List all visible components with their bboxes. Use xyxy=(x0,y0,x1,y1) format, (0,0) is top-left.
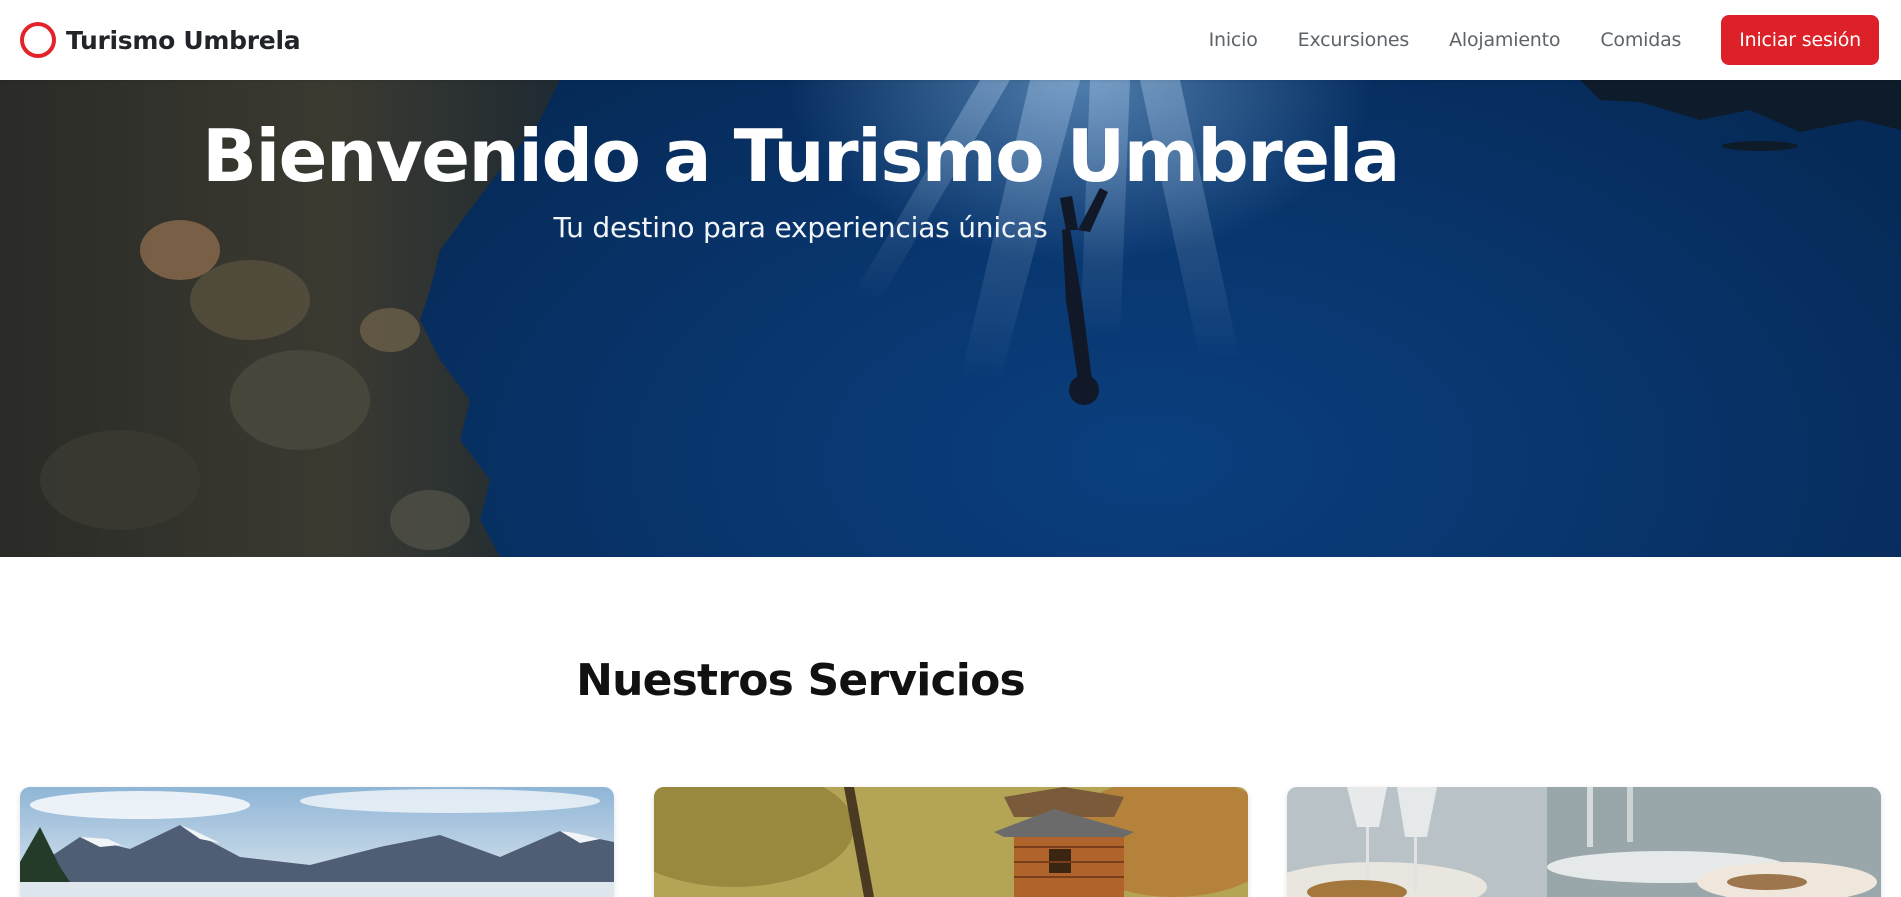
nav-links: Inicio Excursiones Alojamiento Comidas I… xyxy=(1209,0,1881,80)
login-button[interactable]: Iniciar sesión xyxy=(1721,15,1879,65)
brand-logo-icon xyxy=(20,22,56,58)
hero-title: Bienvenido a Turismo Umbrela xyxy=(202,114,1400,198)
service-card-excursiones[interactable] xyxy=(20,787,614,897)
brand[interactable]: Turismo Umbrela xyxy=(20,22,301,58)
services-title: Nuestros Servicios xyxy=(576,655,1026,706)
mountain-landscape-image xyxy=(20,787,614,897)
brand-name: Turismo Umbrela xyxy=(66,25,301,55)
restaurant-table-image xyxy=(1287,787,1881,897)
service-card-comidas[interactable] xyxy=(1287,787,1881,897)
hero-subtitle: Tu destino para experiencias únicas xyxy=(553,211,1048,244)
nav-link-comidas[interactable]: Comidas xyxy=(1600,29,1681,51)
service-card-alojamiento[interactable] xyxy=(654,787,1248,897)
nav-link-alojamiento[interactable]: Alojamiento xyxy=(1449,29,1560,51)
navbar: Turismo Umbrela Inicio Excursiones Aloja… xyxy=(0,0,1901,80)
nav-link-excursiones[interactable]: Excursiones xyxy=(1298,29,1410,51)
hero-banner: Bienvenido a Turismo Umbrela Tu destino … xyxy=(0,80,1901,557)
treehouse-cabin-image xyxy=(654,787,1248,897)
nav-link-inicio[interactable]: Inicio xyxy=(1209,29,1258,51)
